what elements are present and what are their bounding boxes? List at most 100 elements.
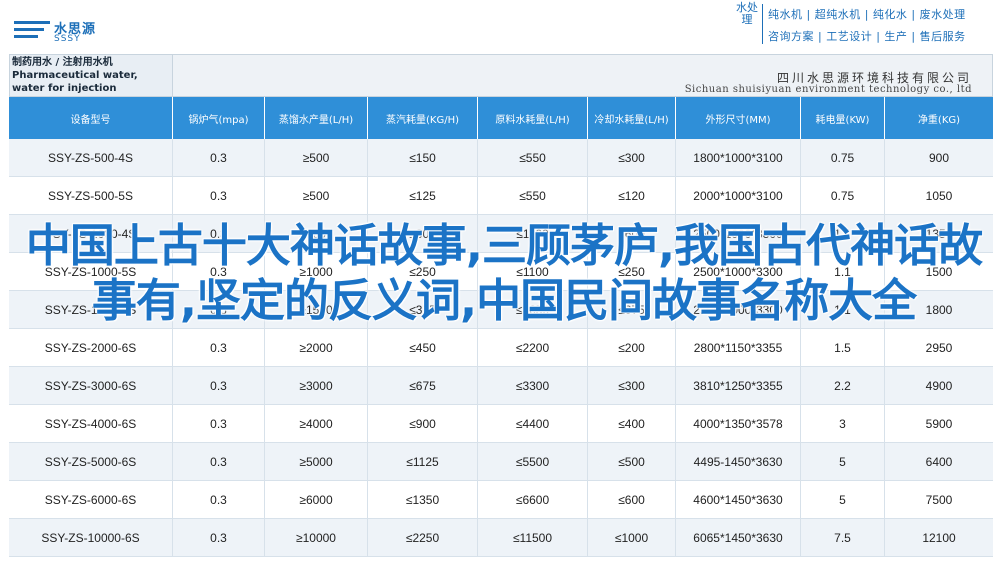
cell-power: 2.2 bbox=[801, 367, 885, 404]
cell-feed-water: ≤2200 bbox=[478, 329, 588, 366]
cell-cooling-water: ≤600 bbox=[588, 481, 676, 518]
table-row: SSY-ZS-3000-6S 0.3 ≥3000 ≤675 ≤3300 ≤300 3810*… bbox=[9, 367, 993, 405]
column-header-dimensions: 外形尺寸(MM) bbox=[676, 97, 801, 139]
column-header-model: 设备型号 bbox=[9, 97, 173, 139]
cell-feed-water: ≤11500 bbox=[478, 519, 588, 556]
cell-power: 1.5 bbox=[801, 329, 885, 366]
cell-cooling-water: ≤400 bbox=[588, 405, 676, 442]
table-header-row: 设备型号 锅炉气(mpa) 蒸馏水产量(L/H) 蒸汽耗量(KG/H) 原料水耗… bbox=[9, 97, 993, 139]
cell-model: SSY-ZS-500-4S bbox=[9, 139, 173, 176]
cell-feed-water: ≤4400 bbox=[478, 405, 588, 442]
cell-model: SSY-ZS-6000-6S bbox=[9, 481, 173, 518]
cell-model: SSY-ZS-2000-6S bbox=[9, 329, 173, 366]
table-row: SSY-ZS-10000-6S 0.3 ≥10000 ≤2250 ≤11500 ≤1000… bbox=[9, 519, 993, 557]
cell-cooling-water: ≤1000 bbox=[588, 519, 676, 556]
cell-net-weight: 5900 bbox=[925, 416, 953, 431]
cell-power: 5 bbox=[801, 443, 885, 480]
cell-feed-water: ≤3300 bbox=[478, 367, 588, 404]
cell-net-weight: 7500 bbox=[925, 492, 953, 507]
cell-steam-consumption: ≤675 bbox=[368, 367, 478, 404]
slogan-brand: 水处理 bbox=[736, 1, 758, 26]
cell-cooling-water: ≤120 bbox=[588, 177, 676, 214]
headline-overlay: 中国上古十大神话故事,三顾茅庐,我国古代神话故事有,坚定的反义词,中国民间故事名… bbox=[25, 219, 983, 327]
cell-boiler-pressure: 0.3 bbox=[173, 177, 265, 214]
cell-boiler-pressure: 0.3 bbox=[173, 405, 265, 442]
cell-distilled-output: ≥500 bbox=[265, 139, 368, 176]
column-header-cooling-water: 冷却水耗量(L/H) bbox=[588, 97, 676, 139]
cell-model: SSY-ZS-10000-6S bbox=[9, 519, 173, 556]
column-header-boiler-pressure: 锅炉气(mpa) bbox=[173, 97, 265, 139]
cell-feed-water: ≤6600 bbox=[478, 481, 588, 518]
cell-boiler-pressure: 0.3 bbox=[173, 481, 265, 518]
table-row: SSY-ZS-500-5S 0.3 ≥500 ≤125 ≤550 ≤120 2000*100… bbox=[9, 177, 993, 215]
column-header-steam-consumption: 蒸汽耗量(KG/H) bbox=[368, 97, 478, 139]
cell-model: SSY-ZS-3000-6S bbox=[9, 367, 173, 404]
cell-distilled-output: ≥500 bbox=[265, 177, 368, 214]
cell-dimensions: 6065*1450*3630 bbox=[676, 519, 801, 556]
cell-feed-water: ≤550 bbox=[478, 139, 588, 176]
cell-distilled-output: ≥6000 bbox=[265, 481, 368, 518]
cell-model: SSY-ZS-5000-6S bbox=[9, 443, 173, 480]
column-header-net-weight: 净重(KG) bbox=[917, 114, 961, 126]
logo-english-name: SSSY bbox=[54, 34, 81, 44]
table-row: SSY-ZS-500-4S 0.3 ≥500 ≤150 ≤550 ≤300 1800*100… bbox=[9, 139, 993, 177]
cell-net-weight: 12100 bbox=[922, 530, 956, 545]
cell-steam-consumption: ≤1350 bbox=[368, 481, 478, 518]
company-name-en: Sichuan shuisiyuan environment technolog… bbox=[684, 84, 972, 95]
cell-dimensions: 2800*1150*3355 bbox=[676, 329, 801, 366]
cell-dimensions: 2000*1000*3100 bbox=[676, 177, 801, 214]
slogan-products: 纯水机 | 超纯水机 | 纯化水 | 废水处理 bbox=[768, 8, 966, 21]
cell-distilled-output: ≥5000 bbox=[265, 443, 368, 480]
cell-boiler-pressure: 0.3 bbox=[173, 443, 265, 480]
cell-distilled-output: ≥2000 bbox=[265, 329, 368, 366]
cell-distilled-output: ≥3000 bbox=[265, 367, 368, 404]
cell-boiler-pressure: 0.3 bbox=[173, 519, 265, 556]
cell-power: 7.5 bbox=[801, 519, 885, 556]
cell-power: 5 bbox=[801, 481, 885, 518]
cell-power: 0.75 bbox=[801, 139, 885, 176]
slogan-divider bbox=[762, 4, 763, 44]
cell-dimensions: 3810*1250*3355 bbox=[676, 367, 801, 404]
cell-net-weight: 1050 bbox=[925, 188, 953, 203]
table-body: SSY-ZS-500-4S 0.3 ≥500 ≤150 ≤550 ≤300 1800*100… bbox=[9, 139, 993, 557]
cell-net-weight: 2950 bbox=[925, 340, 953, 355]
cell-model: SSY-ZS-500-5S bbox=[9, 177, 173, 214]
table-row: SSY-ZS-4000-6S 0.3 ≥4000 ≤900 ≤4400 ≤400 4000*… bbox=[9, 405, 993, 443]
spec-table-title-text: 制药用水 / 注射用水机 Pharmaceutical water, water… bbox=[12, 57, 138, 94]
slogan-services: 咨询方案 | 工艺设计 | 生产 | 售后服务 bbox=[768, 30, 966, 43]
cell-distilled-output: ≥10000 bbox=[265, 519, 368, 556]
cell-steam-consumption: ≤1125 bbox=[368, 443, 478, 480]
cell-steam-consumption: ≤900 bbox=[368, 405, 478, 442]
table-row: SSY-ZS-2000-6S 0.3 ≥2000 ≤450 ≤2200 ≤200 2800*… bbox=[9, 329, 993, 367]
cell-net-weight: 6400 bbox=[925, 454, 953, 469]
cell-net-weight: 900 bbox=[928, 150, 950, 165]
cell-steam-consumption: ≤450 bbox=[368, 329, 478, 366]
service-slogan: 水处理 纯水机 | 超纯水机 | 纯化水 | 废水处理 咨询方案 | 工艺设计 … bbox=[736, 2, 986, 48]
cell-power: 3 bbox=[801, 405, 885, 442]
cell-cooling-water: ≤300 bbox=[588, 367, 676, 404]
cell-boiler-pressure: 0.3 bbox=[173, 367, 265, 404]
company-logo[interactable]: 水思源 SSSY bbox=[14, 16, 106, 48]
cell-cooling-water: ≤200 bbox=[588, 329, 676, 366]
table-row: SSY-ZS-5000-6S 0.3 ≥5000 ≤1125 ≤5500 ≤500 4495… bbox=[9, 443, 993, 481]
cell-dimensions: 1800*1000*3100 bbox=[676, 139, 801, 176]
cell-dimensions: 4000*1350*3578 bbox=[676, 405, 801, 442]
cell-steam-consumption: ≤150 bbox=[368, 139, 478, 176]
table-row: SSY-ZS-6000-6S 0.3 ≥6000 ≤1350 ≤6600 ≤600 4600… bbox=[9, 481, 993, 519]
cell-boiler-pressure: 0.3 bbox=[173, 139, 265, 176]
column-header-feed-water: 原料水耗量(L/H) bbox=[478, 97, 588, 139]
top-banner: 水思源 SSSY 水处理 纯水机 | 超纯水机 | 纯化水 | 废水处理 咨询方… bbox=[0, 0, 1000, 54]
cell-net-weight: 4900 bbox=[925, 378, 953, 393]
company-header: 四川水思源环境科技有限公司 Sichuan shuisiyuan environ… bbox=[173, 54, 993, 97]
column-header-distilled-output: 蒸馏水产量(L/H) bbox=[265, 97, 368, 139]
column-header-power: 耗电量(KW) bbox=[801, 97, 885, 139]
cell-steam-consumption: ≤2250 bbox=[368, 519, 478, 556]
cell-power: 0.75 bbox=[801, 177, 885, 214]
cell-model: SSY-ZS-4000-6S bbox=[9, 405, 173, 442]
spec-table-title: 制药用水 / 注射用水机 Pharmaceutical water, water… bbox=[9, 54, 173, 97]
cell-feed-water: ≤550 bbox=[478, 177, 588, 214]
cell-distilled-output: ≥4000 bbox=[265, 405, 368, 442]
water-drop-icon bbox=[14, 21, 50, 38]
cell-boiler-pressure: 0.3 bbox=[173, 329, 265, 366]
cell-dimensions: 4495-1450*3630 bbox=[676, 443, 801, 480]
